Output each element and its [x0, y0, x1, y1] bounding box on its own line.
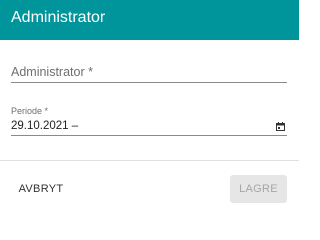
administrator-placeholder: Administrator * [11, 65, 93, 79]
administrator-field[interactable]: Administrator * [11, 62, 287, 83]
administrator-dialog: Administrator Administrator * Periode * … [0, 0, 299, 214]
dialog-header: Administrator [0, 0, 299, 40]
period-value: 29.10.2021 – [11, 120, 79, 132]
save-button[interactable]: LAGRE [230, 175, 287, 203]
calendar-icon[interactable] [276, 122, 285, 131]
period-field[interactable]: 29.10.2021 – [11, 118, 287, 136]
dialog-title: Administrator [11, 9, 106, 26]
actions-divider [0, 160, 299, 161]
cancel-button[interactable]: AVBRYT [11, 175, 71, 203]
period-label: Periode * [11, 106, 49, 116]
